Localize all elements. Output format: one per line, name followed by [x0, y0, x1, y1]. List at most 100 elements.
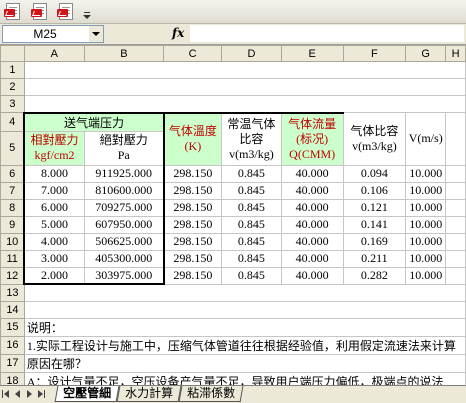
row-header-3[interactable]: 3: [0, 95, 25, 113]
cell-relative-pressure[interactable]: 3.000: [23, 249, 85, 268]
cell-specific-volume[interactable]: 0.282: [342, 266, 407, 285]
row-header-16[interactable]: 16: [0, 335, 25, 355]
cell-flow[interactable]: 40.000: [280, 181, 344, 200]
empty-row[interactable]: [23, 78, 466, 96]
empty-row[interactable]: [23, 283, 466, 302]
cell-absolute-pressure[interactable]: 405300.000: [83, 249, 165, 268]
first-sheet-icon[interactable]: [2, 389, 10, 399]
cell-standard-specific-volume[interactable]: 0.845: [221, 266, 282, 285]
cell-standard-specific-volume[interactable]: 0.845: [221, 164, 282, 183]
row-header-6[interactable]: 6: [0, 164, 25, 183]
empty-cell[interactable]: [445, 249, 466, 268]
select-all-corner[interactable]: [0, 45, 25, 62]
column-header-e[interactable]: E: [280, 45, 344, 62]
row-header-8[interactable]: 8: [0, 198, 25, 217]
cell-temperature[interactable]: 298.150: [163, 164, 223, 183]
cell-standard-specific-volume[interactable]: 0.845: [221, 198, 282, 217]
cell-absolute-pressure[interactable]: 911925.000: [83, 164, 165, 183]
cell-temperature[interactable]: 298.150: [163, 266, 223, 285]
column-header-g[interactable]: G: [405, 45, 447, 62]
column-header-h[interactable]: H: [445, 45, 466, 62]
pdf-convert-icon[interactable]: [4, 3, 22, 20]
cell-velocity[interactable]: 10.000: [405, 198, 447, 217]
row-header-4[interactable]: 4: [0, 112, 25, 132]
formula-input[interactable]: [190, 25, 464, 42]
row-header-11[interactable]: 11: [0, 249, 25, 268]
cell-temperature[interactable]: 298.150: [163, 232, 223, 251]
header-gas-flow[interactable]: 气体流量 (标况) Q(CMM): [280, 111, 344, 166]
cell-relative-pressure[interactable]: 2.000: [23, 266, 85, 285]
cell-temperature[interactable]: 298.150: [163, 215, 223, 234]
header-gas-temperature[interactable]: 气体溫度 (K): [163, 111, 223, 166]
empty-row[interactable]: [23, 300, 466, 319]
cell-temperature[interactable]: 298.150: [163, 181, 223, 200]
insert-function-icon[interactable]: fx: [172, 26, 184, 40]
empty-cell[interactable]: [445, 215, 466, 234]
cell-relative-pressure[interactable]: 5.000: [23, 215, 85, 234]
cell-relative-pressure[interactable]: 4.000: [23, 232, 85, 251]
cell-absolute-pressure[interactable]: 607950.000: [83, 215, 165, 234]
cell-flow[interactable]: 40.000: [280, 266, 344, 285]
cell-specific-volume[interactable]: 0.121: [342, 198, 407, 217]
cell-specific-volume[interactable]: 0.141: [342, 215, 407, 234]
row-header-9[interactable]: 9: [0, 215, 25, 234]
row-header-10[interactable]: 10: [0, 232, 25, 251]
tab-hydraulic-calculation[interactable]: 水力計算: [116, 386, 182, 402]
cell-flow[interactable]: 40.000: [280, 164, 344, 183]
cell-flow[interactable]: 40.000: [280, 198, 344, 217]
column-header-b[interactable]: B: [83, 45, 165, 62]
empty-row[interactable]: [23, 95, 466, 113]
cell-flow[interactable]: 40.000: [280, 232, 344, 251]
header-absolute-pressure[interactable]: 絕對壓力 Pa: [83, 130, 165, 166]
cell-absolute-pressure[interactable]: 709275.000: [83, 198, 165, 217]
row-header-1[interactable]: 1: [0, 61, 25, 79]
cell-velocity[interactable]: 10.000: [405, 266, 447, 285]
name-box[interactable]: M25: [2, 25, 104, 43]
row-header-14[interactable]: 14: [0, 300, 25, 319]
empty-cell[interactable]: [445, 198, 466, 217]
header-gas-specific-volume[interactable]: 气体比容 v(m3/kg): [342, 112, 407, 166]
cell-velocity[interactable]: 10.000: [405, 215, 447, 234]
cell-temperature[interactable]: 298.150: [163, 249, 223, 268]
empty-row[interactable]: [23, 61, 466, 79]
row-header-2[interactable]: 2: [0, 78, 25, 96]
cell-relative-pressure[interactable]: 6.000: [23, 198, 85, 217]
cell-relative-pressure[interactable]: 8.000: [23, 164, 85, 183]
cell-absolute-pressure[interactable]: 506625.000: [83, 232, 165, 251]
cell-flow[interactable]: 40.000: [280, 249, 344, 268]
pdf-convert-email-icon[interactable]: [57, 3, 75, 20]
column-header-f[interactable]: F: [342, 45, 407, 62]
last-sheet-icon[interactable]: [38, 389, 46, 399]
toolbar-options-icon[interactable]: [83, 12, 91, 22]
cell-velocity[interactable]: 10.000: [405, 164, 447, 183]
header-velocity[interactable]: V(m/s): [405, 112, 447, 166]
cell-absolute-pressure[interactable]: 810600.000: [83, 181, 165, 200]
empty-cell[interactable]: [445, 181, 466, 200]
cell-specific-volume[interactable]: 0.094: [342, 164, 407, 183]
worksheet-grid[interactable]: A B C D E F G H 1 2 3 4 送气端压力 气体溫度 (K) 常…: [0, 45, 466, 385]
row-header-7[interactable]: 7: [0, 181, 25, 200]
note-line-3[interactable]: A：设计气量不足，空压设备产气量不足，导致用户端压力偏低，极端点的说法: [23, 371, 466, 385]
cell-relative-pressure[interactable]: 7.000: [23, 181, 85, 200]
row-header-15[interactable]: 15: [0, 317, 25, 337]
row-header-12[interactable]: 12: [0, 266, 25, 285]
note-heading[interactable]: 说明：: [23, 317, 466, 337]
tab-viscosity-coefficient[interactable]: 粘滞係數: [178, 386, 244, 402]
note-line-1[interactable]: 1.实际工程设计与施工中，压缩气体管道往往根据经验值，利用假定流速法来计算: [23, 335, 466, 355]
cell-velocity[interactable]: 10.000: [405, 181, 447, 200]
column-header-d[interactable]: D: [221, 45, 282, 62]
header-standard-specific-volume[interactable]: 常温气体 比容 v(m3/kg): [221, 111, 282, 166]
cell-specific-volume[interactable]: 0.169: [342, 232, 407, 251]
column-header-a[interactable]: A: [23, 45, 85, 62]
cell-standard-specific-volume[interactable]: 0.845: [221, 232, 282, 251]
name-box-dropdown-icon[interactable]: [89, 26, 103, 42]
header-relative-pressure[interactable]: 相對壓力 kgf/cm2: [23, 130, 85, 166]
cell-standard-specific-volume[interactable]: 0.845: [221, 249, 282, 268]
empty-cell[interactable]: [445, 112, 466, 166]
note-line-2[interactable]: 原因在哪？: [23, 353, 466, 373]
cell-velocity[interactable]: 10.000: [405, 232, 447, 251]
row-header-18[interactable]: 18: [0, 371, 25, 385]
cell-specific-volume[interactable]: 0.106: [342, 181, 407, 200]
cell-specific-volume[interactable]: 0.211: [342, 249, 407, 268]
column-header-c[interactable]: C: [163, 45, 223, 62]
